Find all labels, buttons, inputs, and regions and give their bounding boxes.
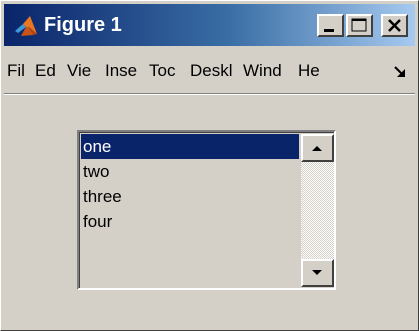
maximize-button[interactable]: [346, 14, 373, 37]
vertical-scrollbar[interactable]: [301, 134, 334, 287]
menu-edit[interactable]: Ed: [35, 59, 59, 83]
minimize-icon: [324, 29, 334, 32]
list-item-two[interactable]: two: [81, 159, 299, 184]
list-item-one[interactable]: one: [81, 134, 299, 159]
listbox-frame: one two three four: [79, 132, 334, 288]
menu-file[interactable]: Fil: [7, 59, 30, 83]
window-title: Figure 1: [44, 14, 122, 36]
close-icon: [388, 19, 401, 32]
figure-window: Figure 1 Fil Ed Vie Inse Toc Deskl Wind …: [0, 0, 419, 331]
menu-tools[interactable]: Toc: [149, 59, 181, 83]
menu-window[interactable]: Wind: [243, 59, 290, 83]
menu-help[interactable]: He: [298, 59, 326, 83]
arrow-down-icon: [312, 270, 322, 275]
menu-separator: [4, 93, 415, 95]
menu-bar: Fil Ed Vie Inse Toc Deskl Wind He: [4, 51, 415, 91]
menu-desktop[interactable]: Deskl: [190, 59, 235, 83]
listbox[interactable]: one two three four: [77, 130, 336, 290]
scroll-down-button[interactable]: [301, 259, 334, 287]
close-button[interactable]: [381, 14, 408, 37]
dock-arrow-icon[interactable]: [392, 63, 410, 81]
maximize-icon: [351, 18, 367, 32]
figure-canvas: one two three four: [4, 97, 415, 327]
title-bar[interactable]: Figure 1: [4, 4, 415, 46]
arrow-up-icon: [312, 146, 322, 151]
scroll-up-button[interactable]: [301, 134, 334, 162]
list-item-four[interactable]: four: [81, 209, 299, 234]
menu-insert[interactable]: Inse: [105, 59, 141, 83]
list-item-three[interactable]: three: [81, 184, 299, 209]
minimize-button[interactable]: [317, 14, 344, 37]
matlab-logo-icon: [13, 15, 39, 37]
menu-view[interactable]: Vie: [67, 59, 97, 83]
